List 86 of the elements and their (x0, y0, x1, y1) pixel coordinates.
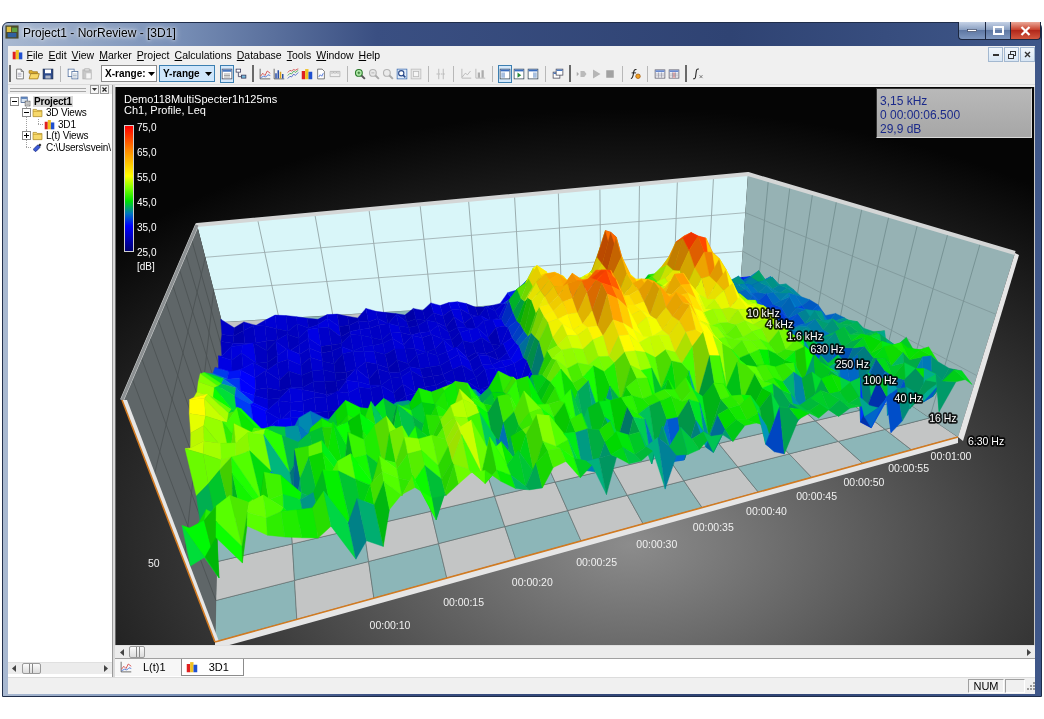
time-axis-label: 00:00:40 (746, 505, 787, 518)
frequency-axis-label: 630 Hz (810, 343, 844, 356)
color-scale-label: 45,0 (137, 197, 157, 209)
caret-icon[interactable] (147, 71, 155, 76)
readout-line: 3,15 kHz (880, 94, 929, 108)
color-scale-label: 35,0 (137, 222, 157, 234)
color-bars-icon[interactable] (185, 661, 198, 673)
maximize-button[interactable] (985, 22, 1011, 40)
tree-item[interactable]: C:\Users\svein\ (45, 141, 112, 153)
color-bars-icon (12, 49, 23, 60)
mdi-minimize-button[interactable] (988, 47, 1003, 62)
menu-item[interactable]: View (69, 47, 97, 62)
range-dropdown[interactable]: Y-range (159, 65, 215, 82)
frequency-axis-label: 40 Hz (894, 392, 923, 404)
panel-menu-button[interactable] (90, 85, 99, 94)
probe-icon (32, 141, 43, 153)
color-scale-label: 55,0 (137, 172, 157, 184)
menu-item[interactable]: Help (356, 47, 383, 62)
color-bars-icon (44, 118, 55, 130)
level-axis-label: 50 (148, 557, 160, 569)
close-button[interactable] (1011, 22, 1041, 40)
minimize-icon[interactable] (967, 29, 977, 32)
readout-line: 29,9 dB (880, 122, 923, 136)
time-axis-label: 00:00:25 (576, 556, 618, 569)
scrollbar-thumb[interactable] (129, 646, 145, 658)
time-axis-label: 00:00:35 (692, 521, 734, 534)
right-arrow-icon[interactable] (1026, 648, 1031, 656)
document-tab[interactable]: L(t)1 (115, 659, 181, 676)
color-scale-label: 25,0 (137, 247, 157, 259)
tree-item[interactable]: Project1 (33, 95, 73, 107)
plot-subtitle: Ch1, Profile, Leq (124, 105, 206, 116)
color-scale-unit: [dB] (137, 261, 155, 273)
num-lock-indicator: NUM (968, 679, 1004, 693)
menu-item[interactable]: Tools (284, 47, 314, 62)
range-dropdown[interactable]: X-range: (101, 65, 157, 82)
frequency-axis-label: 250 Hz (835, 357, 869, 370)
horizontal-scrollbar[interactable] (115, 645, 1035, 658)
close-icon[interactable] (1024, 51, 1031, 58)
time-axis-label: 00:00:15 (443, 596, 485, 609)
time-axis-label: 00:00:20 (511, 575, 553, 588)
status-panel (1005, 679, 1025, 693)
left-arrow-icon[interactable] (119, 648, 124, 656)
readout-line: 0 00:00:06.500 (880, 108, 962, 122)
window-title: Project1 - NorReview - [3D1] (23, 26, 176, 40)
menu-item[interactable]: Edit (45, 47, 70, 62)
caret-icon[interactable] (205, 71, 212, 76)
color-scale-label: 65,0 (137, 147, 157, 159)
time-axis-label: 00:00:10 (369, 618, 411, 631)
menu-item[interactable]: Calculations (172, 47, 235, 62)
minimize-icon[interactable] (992, 53, 999, 56)
menu-item[interactable]: Marker (96, 47, 135, 62)
app-icon (5, 25, 19, 39)
time-axis-label: 00:00:50 (843, 475, 885, 488)
left-arrow-icon[interactable] (12, 665, 16, 672)
maximize-icon[interactable] (992, 26, 1004, 35)
resize-grip-icon[interactable] (1027, 682, 1035, 690)
time-axis-label: 00:00:45 (796, 490, 838, 502)
folder-icon (32, 130, 43, 142)
document-tab[interactable]: 3D1 (180, 659, 244, 676)
line-chart-icon[interactable] (120, 661, 132, 673)
time-axis-label: 00:00:55 (888, 462, 930, 475)
mdi-close-button[interactable] (1020, 47, 1035, 62)
menu-item[interactable]: Project (134, 47, 173, 62)
frequency-axis-label: 16 Hz (929, 412, 957, 424)
frequency-axis-label: 6.30 Hz (968, 434, 1005, 447)
minus-box-icon[interactable] (9, 96, 19, 106)
plot-title: Demo118MultiSpecter1h125ms (124, 94, 278, 105)
project-icon (20, 95, 31, 107)
time-axis-label: 00:00:30 (636, 538, 678, 551)
time-axis-label: 00:01:00 (930, 449, 972, 462)
horizontal-scrollbar[interactable] (8, 662, 112, 674)
tree-item[interactable]: 3D1 (57, 118, 77, 130)
color-scale-label: 75,0 (137, 122, 157, 134)
plus-box-icon[interactable] (21, 131, 31, 141)
menu-item[interactable]: Database (234, 47, 285, 62)
minus-box-icon[interactable] (21, 108, 31, 118)
tree-item[interactable]: 3D Views (45, 107, 88, 119)
frequency-axis-label: 100 Hz (863, 374, 897, 386)
scrollbar-thumb[interactable] (22, 663, 41, 674)
tree-item[interactable]: L(t) Views (45, 130, 90, 142)
menu-item[interactable]: Window (313, 47, 357, 62)
folder-icon (32, 107, 43, 119)
menu-item[interactable]: File (24, 47, 46, 62)
minimize-button[interactable] (958, 22, 985, 40)
caret-icon[interactable] (92, 88, 97, 91)
right-arrow-icon[interactable] (104, 665, 108, 672)
